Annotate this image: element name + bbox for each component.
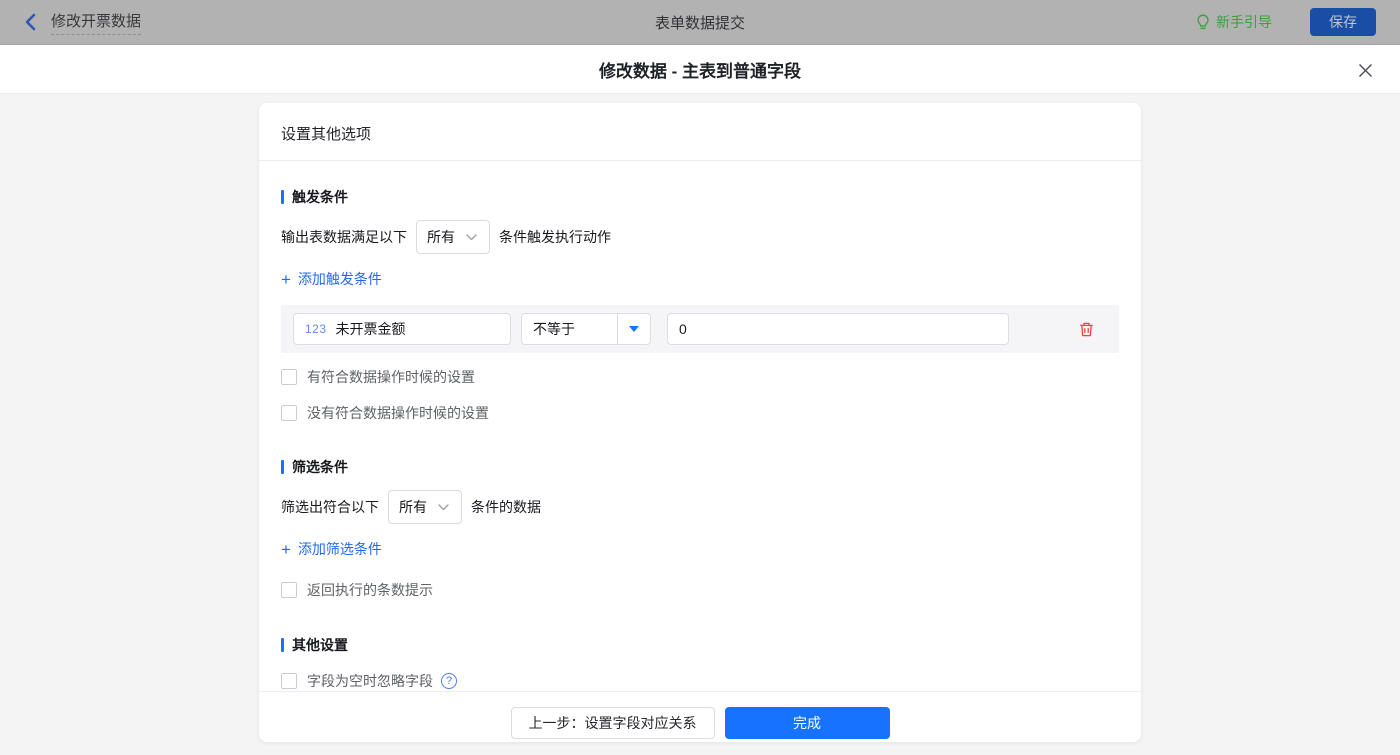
condition-value-input[interactable] [667, 313, 1009, 345]
chevron-down-icon [438, 503, 449, 510]
previous-step-button[interactable]: 上一步：设置字段对应关系 [510, 706, 715, 739]
filter-section-heading: 筛选条件 [281, 457, 1119, 477]
condition-operator-value: 不等于 [533, 321, 575, 337]
page-title: 表单数据提交 [654, 14, 745, 32]
has-matching-data-checkbox[interactable] [281, 369, 297, 385]
modal-header: 修改数据 - 主表到普通字段 [0, 45, 1400, 94]
filter-heading-label: 筛选条件 [292, 459, 348, 475]
trigger-condition-row: 123 未开票金额 不等于 [281, 305, 1119, 353]
section-marker [281, 460, 284, 474]
no-matching-data-label: 没有符合数据操作时候的设置 [307, 405, 489, 421]
back-chevron-icon[interactable] [24, 13, 37, 31]
filter-match-value: 所有 [399, 499, 427, 515]
filter-match-row: 筛选出符合以下 所有 条件的数据 [281, 490, 1119, 524]
lightbulb-icon [1197, 14, 1209, 29]
trigger-match-row: 输出表数据满足以下 所有 条件触发执行动作 [281, 220, 1119, 254]
card-content: 触发条件 输出表数据满足以下 所有 条件触发执行动作 + 添加触发条件 123 … [259, 161, 1141, 691]
guide-label: 新手引导 [1216, 14, 1272, 30]
caret-down-icon [629, 326, 639, 332]
delete-condition-button[interactable] [1078, 321, 1095, 338]
trigger-heading-label: 触发条件 [292, 189, 348, 205]
ignore-empty-field-checkbox[interactable] [281, 673, 297, 689]
operator-caret-cell[interactable] [617, 314, 650, 344]
modal-title: 修改数据 - 主表到普通字段 [598, 61, 802, 81]
filter-sentence-prefix: 筛选出符合以下 [281, 499, 379, 515]
ignore-empty-field-label: 字段为空时忽略字段 [307, 673, 433, 689]
plus-icon: + [281, 539, 291, 559]
add-trigger-condition-link[interactable]: + 添加触发条件 [281, 269, 382, 289]
trigger-match-value: 所有 [427, 229, 455, 245]
other-section-heading: 其他设置 [281, 635, 1119, 655]
return-count-checkbox[interactable] [281, 582, 297, 598]
top-bar: 修改开票数据 表单数据提交 新手引导 保存 [0, 0, 1400, 45]
back-navigation[interactable]: 修改开票数据 [24, 10, 142, 35]
return-count-label: 返回执行的条数提示 [307, 582, 433, 598]
trigger-sentence-prefix: 输出表数据满足以下 [281, 229, 407, 245]
modal-body: 设置其他选项 触发条件 输出表数据满足以下 所有 条件触发执行动作 + 添加触发… [0, 94, 1400, 755]
condition-field-select[interactable]: 123 未开票金额 [293, 313, 511, 345]
card-title: 设置其他选项 [259, 103, 1141, 161]
done-button[interactable]: 完成 [724, 706, 890, 739]
add-trigger-condition-label: 添加触发条件 [297, 271, 382, 287]
options-card: 设置其他选项 触发条件 输出表数据满足以下 所有 条件触发执行动作 + 添加触发… [259, 103, 1141, 742]
section-marker [281, 190, 284, 204]
no-matching-data-option: 没有符合数据操作时候的设置 [281, 403, 1119, 423]
return-count-option: 返回执行的条数提示 [281, 580, 1119, 600]
ignore-empty-field-option: 字段为空时忽略字段 ? [281, 671, 1119, 691]
chevron-down-icon [466, 233, 477, 240]
number-field-icon: 123 [305, 322, 327, 336]
other-heading-label: 其他设置 [292, 637, 348, 653]
add-filter-condition-link[interactable]: + 添加筛选条件 [281, 539, 382, 559]
back-label[interactable]: 修改开票数据 [51, 10, 142, 35]
section-marker [281, 638, 284, 652]
help-icon[interactable]: ? [441, 673, 457, 689]
condition-operator-select[interactable]: 不等于 [521, 313, 651, 345]
card-footer: 上一步：设置字段对应关系 完成 [259, 691, 1141, 753]
condition-field-name: 未开票金额 [335, 321, 406, 337]
close-icon[interactable] [1356, 61, 1374, 79]
filter-match-select[interactable]: 所有 [388, 490, 462, 524]
add-filter-condition-label: 添加筛选条件 [297, 541, 382, 557]
trigger-sentence-suffix: 条件触发执行动作 [499, 229, 611, 245]
trigger-section-heading: 触发条件 [281, 187, 1119, 207]
filter-sentence-suffix: 条件的数据 [471, 499, 541, 515]
trigger-match-select[interactable]: 所有 [416, 220, 490, 254]
no-matching-data-checkbox[interactable] [281, 405, 297, 421]
save-button[interactable]: 保存 [1310, 8, 1376, 36]
beginner-guide-link[interactable]: 新手引导 [1196, 12, 1272, 32]
plus-icon: + [281, 269, 291, 289]
has-matching-data-option: 有符合数据操作时候的设置 [281, 367, 1119, 387]
trash-icon [1080, 322, 1093, 336]
has-matching-data-label: 有符合数据操作时候的设置 [307, 369, 475, 385]
